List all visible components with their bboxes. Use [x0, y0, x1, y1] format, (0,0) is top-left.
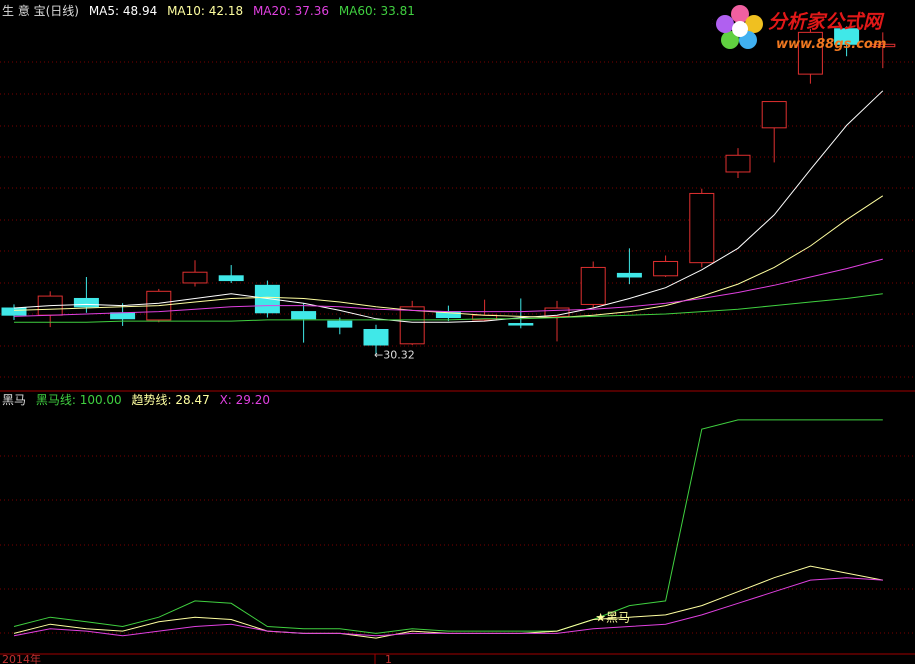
- legend-ma60: MA60: 33.81: [339, 4, 415, 18]
- legend-trend-line: 趋势线: 28.47: [132, 393, 210, 407]
- chart-stage: ←30.32 ★黑马 2014年 1 生 意 宝(日线) MA5: 48.94 …: [0, 0, 915, 664]
- candle-body-up: [761, 101, 787, 129]
- legend-ma10: MA10: 42.18: [167, 4, 243, 18]
- x-axis-label-year: 2014年: [2, 652, 41, 664]
- x-axis-label-month: 1: [385, 653, 392, 664]
- legend-indicator-name: 黑马: [2, 393, 26, 407]
- candle-body-up: [399, 306, 425, 345]
- candle-body-down: [110, 312, 136, 320]
- candle-body-up: [689, 192, 715, 264]
- candle-body-down: [1, 307, 27, 316]
- candle-19: [689, 188, 715, 268]
- candle-body-down: [291, 311, 317, 320]
- low-price-annotation: ←30.32: [374, 348, 415, 361]
- logo-title: 分析家公式网: [768, 11, 885, 33]
- legend-stock-name: 生 意 宝(日线): [2, 3, 79, 18]
- lower-legend: 黑马 黑马线: 100.00 趋势线: 28.47 X: 29.20: [2, 393, 270, 407]
- logo-url: www.88gs.com: [776, 37, 886, 52]
- candle-body-down: [508, 323, 534, 326]
- legend-black-horse-line: 黑马线: 100.00: [36, 393, 122, 407]
- upper-legend: 生 意 宝(日线) MA5: 48.94 MA10: 42.18 MA20: 3…: [2, 3, 415, 18]
- legend-ma20: MA20: 37.36: [253, 4, 329, 18]
- candle-body-up: [182, 271, 208, 284]
- candle-body-down: [327, 320, 353, 328]
- chart-background: [0, 0, 915, 664]
- black-horse-signal-label: ★黑马: [595, 611, 630, 625]
- svg-text:×: ×: [712, 17, 714, 27]
- candle-body-down: [363, 328, 389, 346]
- flower-icon: ×: [706, 5, 763, 49]
- candle-body-down: [616, 272, 642, 278]
- candle-body-down: [218, 275, 244, 282]
- candle-body-up: [580, 266, 606, 305]
- candle-body-down: [254, 284, 280, 314]
- legend-ma5: MA5: 48.94: [89, 4, 157, 18]
- watermark-logo: × 分析家公式网 www.88gs.com: [706, 2, 912, 54]
- candle-body-up: [653, 260, 679, 277]
- candle-16: [580, 261, 606, 309]
- candle-7: [254, 280, 280, 318]
- legend-x-line: X: 29.20: [220, 393, 270, 407]
- candle-11: [399, 300, 425, 346]
- candle-body-down: [73, 297, 99, 308]
- candle-body-up: [725, 154, 751, 173]
